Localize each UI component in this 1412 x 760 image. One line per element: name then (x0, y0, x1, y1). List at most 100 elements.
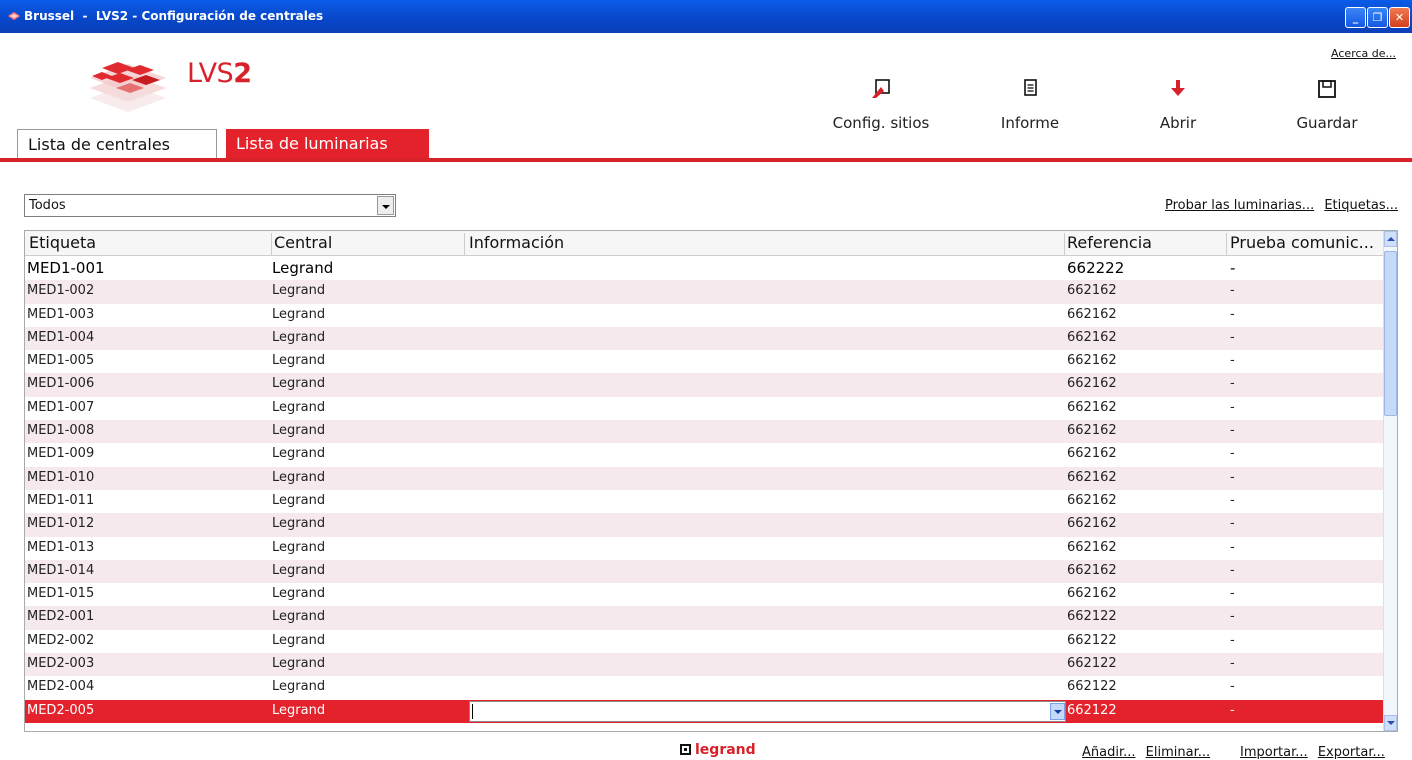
cell-etiqueta: MED1-012 (27, 516, 95, 532)
labels-link[interactable]: Etiquetas... (1324, 198, 1398, 213)
cell-etiqueta: MED1-009 (27, 446, 95, 462)
luminaires-actions: Probar las luminarias... Etiquetas... (1159, 198, 1398, 213)
header-divider (0, 158, 1412, 162)
cell-referencia: 662162 (1067, 562, 1117, 578)
table-row[interactable]: MED1-013 Legrand 662162 - (25, 537, 1385, 560)
export-link[interactable]: Exportar... (1318, 745, 1385, 760)
column-header-prueba-comunic[interactable]: Prueba comunic... (1227, 233, 1385, 255)
cell-prueba: - (1230, 679, 1235, 695)
table-row[interactable]: MED1-005 Legrand 662162 - (25, 350, 1385, 373)
cell-referencia: 662162 (1067, 423, 1117, 439)
cell-central: Legrand (272, 516, 326, 532)
cell-prueba: - (1230, 329, 1235, 345)
cell-etiqueta: MED1-013 (27, 539, 95, 555)
app-icon (8, 12, 20, 20)
table-row[interactable]: MED1-012 Legrand 662162 - (25, 513, 1385, 537)
cell-prueba: - (1230, 562, 1235, 578)
scroll-up-icon[interactable] (1384, 231, 1397, 247)
cell-central: Legrand (272, 632, 326, 648)
cell-central: Legrand (272, 539, 326, 555)
cell-prueba: - (1230, 259, 1236, 277)
cell-etiqueta: MED1-005 (27, 353, 95, 369)
table-row[interactable]: MED1-001 Legrand 662222 - (25, 257, 1385, 280)
open-button[interactable]: Abrir (1113, 78, 1243, 132)
cell-etiqueta: MED1-001 (27, 259, 105, 277)
cell-central: Legrand (272, 423, 326, 439)
table-row[interactable]: MED1-003 Legrand 662162 - (25, 304, 1385, 327)
table-row[interactable]: MED1-008 Legrand 662162 - (25, 420, 1385, 444)
cell-referencia: 662162 (1067, 329, 1117, 345)
cell-central: Legrand (272, 329, 326, 345)
table-row[interactable]: MED1-010 Legrand 662162 - (25, 466, 1385, 490)
brand-name: LVS2 (187, 58, 252, 89)
column-header-etiqueta[interactable]: Etiqueta (27, 233, 272, 255)
legrand-mark-icon (680, 744, 691, 755)
cell-prueba: - (1230, 516, 1235, 532)
cell-prueba: - (1230, 586, 1235, 602)
table-row[interactable]: MED1-009 Legrand 662162 - (25, 443, 1385, 466)
dropdown-arrow-icon[interactable] (1050, 702, 1065, 720)
cell-central: Legrand (272, 399, 326, 415)
cell-prueba: - (1230, 376, 1235, 392)
dropdown-arrow-icon[interactable] (377, 196, 394, 215)
table-row[interactable]: MED2-005 Legrand 662122 - (25, 699, 1385, 723)
luminaires-table[interactable]: Etiqueta Central Información Referencia … (24, 230, 1398, 732)
cell-etiqueta: MED1-008 (27, 423, 95, 439)
info-combobox[interactable] (469, 700, 1066, 722)
column-header-referencia[interactable]: Referencia (1065, 233, 1227, 255)
tab-lista-de-centrales[interactable]: Lista de centrales (17, 129, 217, 159)
column-header-informacion[interactable]: Información (465, 233, 1065, 255)
tab-lista-de-luminarias[interactable]: Lista de luminarias (226, 129, 429, 159)
table-row[interactable]: MED1-007 Legrand 662162 - (25, 397, 1385, 420)
cell-central: Legrand (272, 446, 326, 462)
table-row[interactable]: MED2-004 Legrand 662122 - (25, 676, 1385, 699)
close-button[interactable]: ✕ (1389, 7, 1410, 28)
cell-etiqueta: MED1-014 (27, 562, 95, 578)
cell-referencia: 662162 (1067, 283, 1117, 299)
table-row[interactable]: MED1-011 Legrand 662162 - (25, 490, 1385, 513)
cell-etiqueta: MED1-015 (27, 586, 95, 602)
table-row[interactable]: MED2-003 Legrand 662122 - (25, 653, 1385, 677)
import-link[interactable]: Importar... (1240, 745, 1308, 760)
vertical-scrollbar[interactable] (1383, 231, 1397, 731)
column-header-central[interactable]: Central (272, 233, 465, 255)
cell-referencia: 662162 (1067, 586, 1117, 602)
restore-button[interactable]: ❐ (1367, 7, 1388, 28)
cell-etiqueta: MED2-005 (27, 702, 95, 718)
table-row[interactable]: MED2-002 Legrand 662122 - (25, 630, 1385, 653)
table-row[interactable]: MED1-006 Legrand 662162 - (25, 373, 1385, 397)
add-link[interactable]: Añadir... (1082, 745, 1136, 760)
table-row[interactable]: MED1-002 Legrand 662162 - (25, 280, 1385, 304)
cell-etiqueta: MED1-011 (27, 492, 95, 508)
cell-etiqueta: MED1-002 (27, 283, 95, 299)
cell-central: Legrand (272, 492, 326, 508)
window-title-bar[interactable]: Brussel - LVS2 - Configuración de centra… (0, 0, 1412, 33)
cell-etiqueta: MED1-004 (27, 329, 95, 345)
table-row[interactable]: MED1-004 Legrand 662162 - (25, 326, 1385, 351)
cell-etiqueta: MED2-002 (27, 632, 95, 648)
cell-etiqueta: MED2-003 (27, 656, 95, 672)
cell-central: Legrand (272, 283, 326, 299)
cell-central: Legrand (272, 353, 326, 369)
table-row[interactable]: MED1-015 Legrand 662162 - (25, 583, 1385, 606)
report-icon (965, 78, 1095, 106)
cell-central: Legrand (272, 306, 326, 322)
cell-central: Legrand (272, 259, 334, 277)
scroll-down-icon[interactable] (1384, 715, 1397, 731)
report-button[interactable]: Informe (965, 78, 1095, 132)
about-link[interactable]: Acerca de... (1331, 47, 1396, 60)
scroll-thumb[interactable] (1384, 251, 1397, 416)
test-luminaires-link[interactable]: Probar las luminarias... (1165, 198, 1314, 213)
table-row[interactable]: MED2-001 Legrand 662122 - (25, 606, 1385, 630)
import-export-actions: Importar... Exportar... (1234, 745, 1385, 760)
table-header: Etiqueta Central Información Referencia … (25, 231, 1385, 256)
config-sites-button[interactable]: Config. sitios (816, 78, 946, 132)
save-button[interactable]: Guardar (1262, 78, 1392, 132)
filter-select[interactable]: Todos (24, 194, 396, 217)
table-row[interactable]: MED1-014 Legrand 662162 - (25, 559, 1385, 584)
cell-referencia: 662162 (1067, 306, 1117, 322)
minimize-button[interactable]: _ (1345, 7, 1366, 28)
delete-link[interactable]: Eliminar... (1146, 745, 1210, 760)
cell-referencia: 662162 (1067, 539, 1117, 555)
cell-referencia: 662162 (1067, 469, 1117, 485)
